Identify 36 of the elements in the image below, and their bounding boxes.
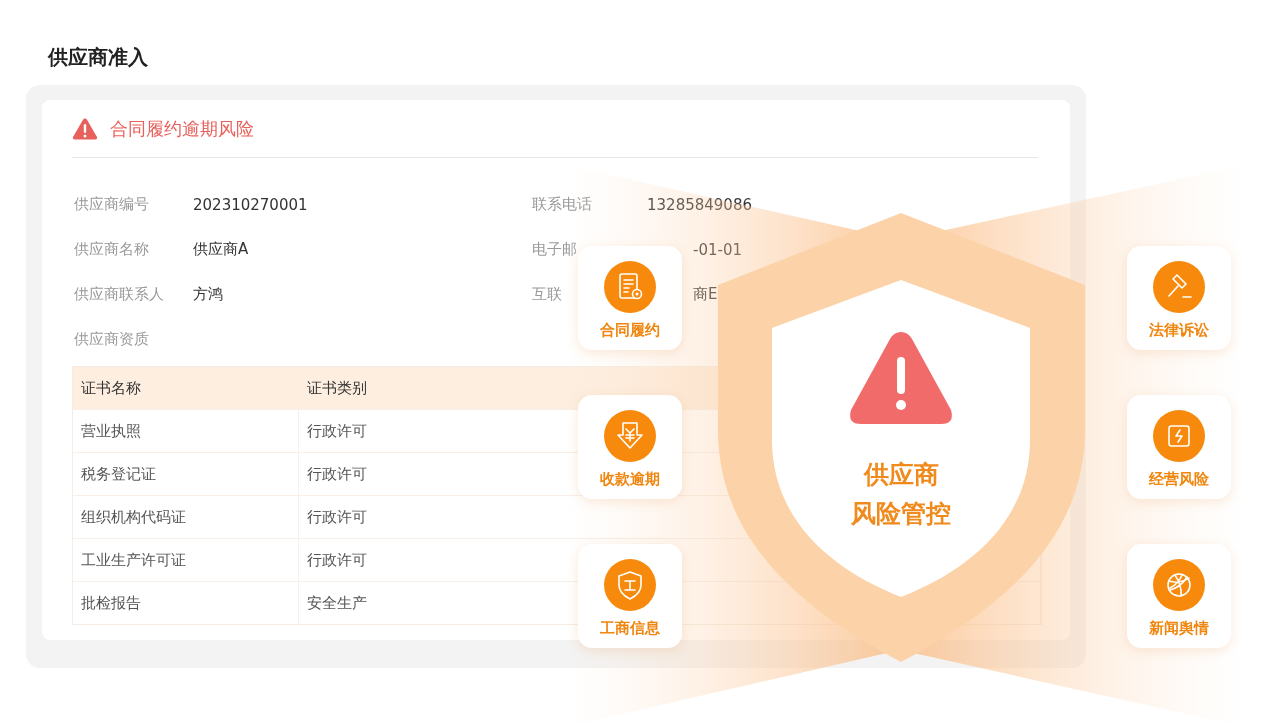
risk-label: 收款逾期 — [600, 469, 660, 489]
field-label: 供应商编号 — [74, 195, 150, 214]
page-title: 供应商准入 — [47, 44, 149, 71]
field-label: 供应商资质 — [74, 330, 150, 349]
field-label: 联系电话 — [532, 195, 593, 214]
field-label: 供应商名称 — [74, 240, 150, 259]
shield-title: 供应商 — [863, 459, 939, 491]
field-value: 供应商A — [193, 240, 249, 259]
column-header: 证书类别 — [306, 377, 368, 399]
table-cell: 组织机构代码证 — [73, 496, 299, 538]
document-icon — [604, 260, 656, 313]
risk-label: 新闻舆情 — [1149, 618, 1209, 638]
field-label: 电子邮 — [532, 240, 578, 259]
risk-label: 经营风险 — [1149, 469, 1209, 489]
risk-label: 合同履约 — [600, 320, 660, 340]
shield-title: 风险管控 — [851, 498, 951, 530]
table-cell: 工业生产许可证 — [73, 539, 299, 581]
field-value: 202310270001 — [193, 195, 308, 214]
field-value: -01-01 — [693, 240, 742, 259]
lightning-icon — [1153, 409, 1205, 462]
warning-icon — [850, 332, 952, 424]
column-header: 证书名称 — [80, 377, 142, 399]
shield-icon — [604, 558, 656, 611]
field-value: 商E — [693, 285, 718, 304]
gavel-icon — [1153, 260, 1205, 313]
warning-icon — [72, 116, 98, 141]
table-cell: 批检报告 — [73, 582, 299, 624]
field-value: 13285849086 — [647, 195, 752, 214]
alert-title: 合同履约逾期风险 — [110, 116, 254, 141]
table-cell: 营业执照 — [73, 410, 299, 452]
risk-label: 法律诉讼 — [1149, 320, 1209, 340]
table-cell: 税务登记证 — [73, 453, 299, 495]
field-label: 互联 — [532, 285, 563, 304]
field-value: 方鸿 — [193, 285, 223, 304]
globe-icon — [1153, 558, 1205, 611]
field-label: 供应商联系人 — [74, 285, 165, 304]
